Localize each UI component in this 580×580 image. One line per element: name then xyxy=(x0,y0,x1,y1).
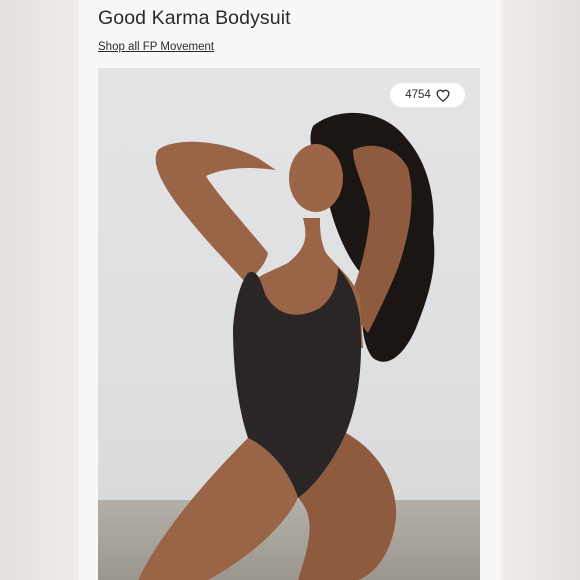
right-background xyxy=(501,0,580,580)
like-count: 4754 xyxy=(405,89,431,101)
like-button[interactable]: 4754 xyxy=(390,83,465,107)
left-background xyxy=(0,0,79,580)
product-title: Good Karma Bodysuit xyxy=(98,7,291,29)
product-photo[interactable]: 4754 xyxy=(98,68,480,580)
heart-icon xyxy=(436,89,450,102)
shop-all-link[interactable]: Shop all FP Movement xyxy=(98,41,214,53)
left-leg xyxy=(138,438,298,580)
left-arm xyxy=(155,141,276,283)
head xyxy=(289,144,343,212)
model-figure xyxy=(138,112,435,580)
product-card: Good Karma Bodysuit Shop all FP Movement… xyxy=(79,0,501,580)
